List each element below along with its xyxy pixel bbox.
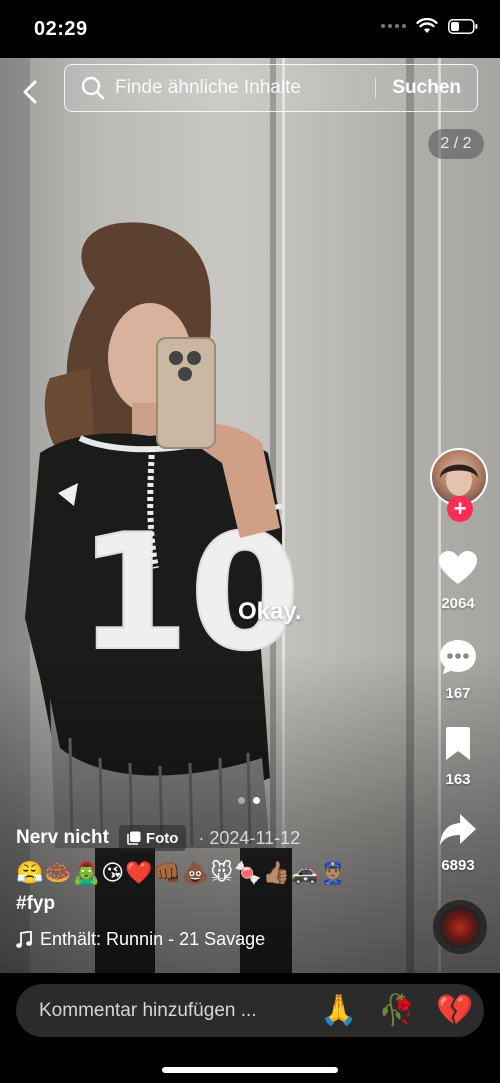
music-label: Enthält: Runnin - 21 Savage (40, 929, 266, 949)
like-count: 2064 (441, 595, 475, 612)
photo-stack-icon (127, 831, 141, 845)
follow-button[interactable]: + (447, 496, 473, 522)
carousel-dot (238, 797, 245, 804)
status-icons (381, 18, 478, 34)
wifi-icon (416, 18, 438, 33)
search-input[interactable]: Finde ähnliche Inhalte (115, 77, 375, 99)
comment-input-bar[interactable]: Kommentar hinzufügen ... 🙏 🥀 💔 (16, 984, 484, 1037)
share-count: 6893 (441, 857, 475, 874)
status-time: 02:29 (34, 18, 88, 40)
save-action[interactable]: 163 (416, 726, 500, 788)
page-counter: 2 / 2 (428, 129, 484, 159)
status-bar: 02:29 (0, 0, 500, 58)
chevron-left-icon (23, 80, 37, 104)
signal-dots-icon (381, 24, 406, 28)
bookmark-icon (446, 727, 470, 760)
save-count: 163 (445, 771, 471, 788)
music-info[interactable]: Enthält: Runnin - 21 Savage (16, 929, 265, 950)
carousel-indicator (238, 797, 260, 804)
quick-emoji-wilted-rose[interactable]: 🥀 (368, 993, 426, 1028)
comment-action[interactable]: 167 (416, 638, 500, 702)
comment-area: Kommentar hinzufügen ... 🙏 🥀 💔 (0, 973, 500, 1083)
share-action[interactable]: 6893 (416, 812, 500, 874)
battery-icon (448, 18, 478, 34)
caption-emojis: 😤🍩🧟‍♂️😘❤️👊🏾💩🐭🍬👍🏽🚓👮🏽‍♂️ (16, 860, 348, 885)
like-action[interactable]: 2064 (416, 550, 500, 612)
back-button[interactable] (14, 76, 46, 108)
search-icon (81, 75, 107, 101)
search-bar[interactable]: Finde ähnliche Inhalte Suchen (64, 64, 478, 112)
author-name[interactable]: Nerv nicht (16, 827, 109, 849)
comment-input[interactable]: Kommentar hinzufügen ... (39, 1000, 310, 1022)
heart-icon (439, 551, 477, 584)
comment-icon (440, 640, 476, 674)
home-indicator[interactable] (162, 1067, 338, 1073)
share-arrow-icon (440, 814, 476, 845)
photo-type-badge: Foto (118, 825, 187, 851)
post-date: · 2024-11-12 (198, 827, 301, 848)
search-button[interactable]: Suchen (376, 77, 477, 99)
post-meta: Nerv nicht Foto · 2024-11-12 (16, 824, 300, 852)
photo-overlay-text: Okay. (238, 598, 302, 625)
photo-type-label: Foto (145, 829, 179, 847)
music-note-icon (16, 930, 32, 948)
hashtag-link[interactable]: #fyp (16, 893, 55, 915)
quick-emoji-broken-heart[interactable]: 💔 (426, 993, 484, 1028)
carousel-dot-active (253, 797, 260, 804)
comment-count: 167 (445, 685, 471, 702)
music-disc-icon[interactable] (433, 900, 487, 954)
quick-emoji-pray[interactable]: 🙏 (310, 993, 368, 1028)
